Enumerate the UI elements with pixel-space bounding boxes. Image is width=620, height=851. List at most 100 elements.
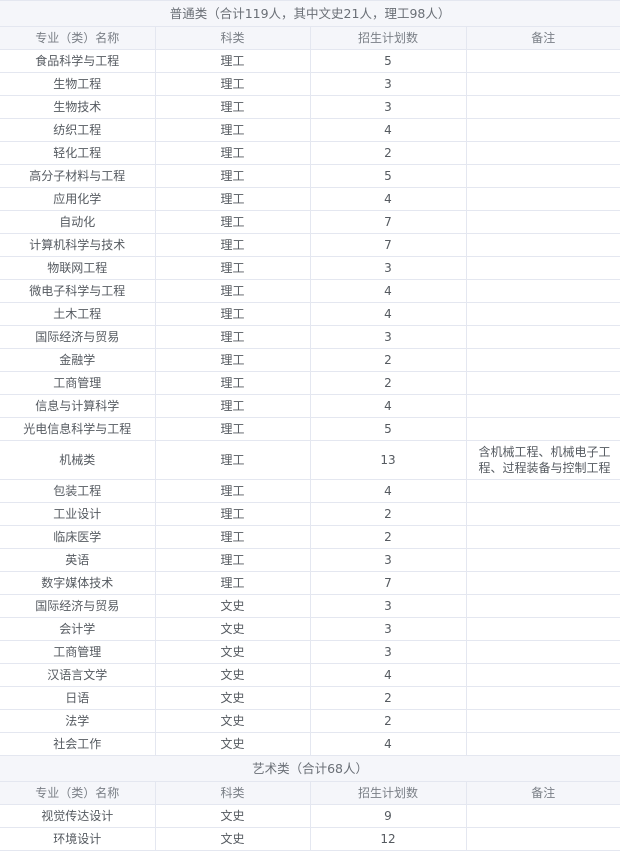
plan-count-cell: 4 [309, 394, 467, 418]
major-name-cell: 日语 [0, 686, 156, 710]
category-cell: 理工 [154, 548, 311, 572]
category-cell: 理工 [154, 141, 311, 165]
category-cell: 理工 [154, 279, 311, 303]
table-row: 微电子科学与工程 理工 4 [0, 279, 620, 303]
category-cell: 文史 [154, 594, 311, 618]
plan-count-cell: 13 [309, 440, 467, 480]
table-row: 国际经济与贸易 理工 3 [0, 325, 620, 349]
plan-count-cell: 2 [309, 348, 467, 372]
note-cell [465, 548, 620, 572]
major-name-cell: 土木工程 [0, 302, 156, 326]
category-cell: 理工 [154, 118, 311, 142]
table-row: 英语 理工 3 [0, 548, 620, 572]
plan-count-cell: 4 [309, 663, 467, 687]
column-header-note: 备注 [465, 26, 620, 50]
plan-count-cell: 3 [309, 640, 467, 664]
plan-count-cell: 12 [309, 827, 467, 851]
category-cell: 理工 [154, 49, 311, 73]
plan-count-cell: 2 [309, 525, 467, 549]
plan-count-cell: 2 [309, 371, 467, 395]
column-header-category: 科类 [154, 26, 311, 50]
note-cell [465, 640, 620, 664]
note-cell [465, 256, 620, 280]
column-header-note: 备注 [465, 781, 620, 805]
major-name-cell: 视觉传达设计 [0, 804, 156, 828]
major-name-cell: 微电子科学与工程 [0, 279, 156, 303]
column-header-major: 专业（类）名称 [0, 26, 156, 50]
plan-count-cell: 7 [309, 233, 467, 257]
plan-count-cell: 4 [309, 279, 467, 303]
category-cell: 理工 [154, 525, 311, 549]
category-cell: 文史 [154, 663, 311, 687]
table-row: 轻化工程 理工 2 [0, 141, 620, 165]
note-cell [465, 617, 620, 641]
note-cell [465, 371, 620, 395]
table-row: 高分子材料与工程 理工 5 [0, 164, 620, 188]
plan-count-cell: 2 [309, 709, 467, 733]
note-cell [465, 348, 620, 372]
table-row: 食品科学与工程 理工 5 [0, 49, 620, 73]
table-row: 计算机科学与技术 理工 7 [0, 233, 620, 257]
table-row: 临床医学 理工 2 [0, 525, 620, 549]
note-cell [465, 394, 620, 418]
table-row: 会计学 文史 3 [0, 617, 620, 641]
table-row: 工业设计 理工 2 [0, 502, 620, 526]
major-name-cell: 工商管理 [0, 371, 156, 395]
note-cell [465, 709, 620, 733]
major-name-cell: 包装工程 [0, 479, 156, 503]
plan-count-cell: 3 [309, 95, 467, 119]
plan-count-cell: 5 [309, 417, 467, 441]
category-cell: 理工 [154, 440, 311, 480]
note-cell [465, 827, 620, 851]
plan-count-cell: 3 [309, 256, 467, 280]
table-body: 普通类（合计119人，其中文史21人，理工98人） 专业（类）名称 科类 招生计划数备… [0, 0, 620, 851]
table-row: 自动化 理工 7 [0, 210, 620, 234]
plan-count-cell: 7 [309, 210, 467, 234]
table-row: 机械类 理工 13 含机械工程、机械电子工程、过程装备与控制工程 [0, 440, 620, 480]
note-cell [465, 325, 620, 349]
category-cell: 文史 [154, 804, 311, 828]
section-title: 艺术类（合计68人） [0, 755, 620, 782]
major-name-cell: 机械类 [0, 440, 156, 480]
table-row: 法学 文史 2 [0, 709, 620, 733]
table-row: 国际经济与贸易 文史 3 [0, 594, 620, 618]
major-name-cell: 生物工程 [0, 72, 156, 96]
category-cell: 理工 [154, 348, 311, 372]
major-name-cell: 国际经济与贸易 [0, 594, 156, 618]
note-cell [465, 663, 620, 687]
major-name-cell: 纺织工程 [0, 118, 156, 142]
major-name-cell: 工业设计 [0, 502, 156, 526]
category-cell: 理工 [154, 302, 311, 326]
plan-count-cell: 4 [309, 732, 467, 756]
note-cell [465, 732, 620, 756]
table-row: 视觉传达设计 文史 9 [0, 804, 620, 828]
section-title: 普通类（合计119人，其中文史21人，理工98人） [0, 0, 620, 27]
section-title-row: 艺术类（合计68人） [0, 755, 620, 782]
category-cell: 文史 [154, 827, 311, 851]
column-header-major: 专业（类）名称 [0, 781, 156, 805]
plan-count-cell: 3 [309, 325, 467, 349]
table-row: 信息与计算科学 理工 4 [0, 394, 620, 418]
table-row: 纺织工程 理工 4 [0, 118, 620, 142]
note-cell [465, 279, 620, 303]
enrollment-plan-table: 普通类（合计119人，其中文史21人，理工98人） 专业（类）名称 科类 招生计划数备… [0, 0, 620, 851]
column-header-row: 专业（类）名称 科类 招生计划数 备注 [0, 26, 620, 50]
category-cell: 理工 [154, 502, 311, 526]
table-row: 环境设计 文史 12 [0, 827, 620, 851]
category-cell: 理工 [154, 371, 311, 395]
table-row: 日语 文史 2 [0, 686, 620, 710]
category-cell: 文史 [154, 709, 311, 733]
category-cell: 理工 [154, 233, 311, 257]
plan-count-cell: 3 [309, 617, 467, 641]
plan-count-cell: 4 [309, 187, 467, 211]
table-row: 金融学 理工 2 [0, 348, 620, 372]
note-cell [465, 164, 620, 188]
category-cell: 文史 [154, 732, 311, 756]
note-cell [465, 187, 620, 211]
major-name-cell: 计算机科学与技术 [0, 233, 156, 257]
table-row: 工商管理 文史 3 [0, 640, 620, 664]
major-name-cell: 工商管理 [0, 640, 156, 664]
note-cell [465, 479, 620, 503]
note-cell [465, 525, 620, 549]
column-header-row: 专业（类）名称 科类 招生计划数 备注 [0, 781, 620, 805]
